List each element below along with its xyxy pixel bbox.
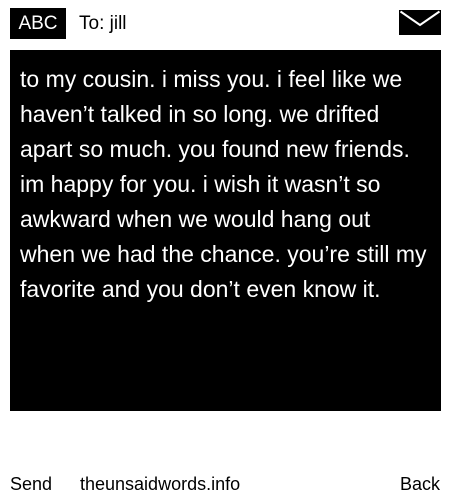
- compose-header: ABC To: jill: [0, 0, 450, 50]
- back-button[interactable]: Back: [400, 470, 440, 498]
- message-body[interactable]: to my cousin. i miss you. i feel like we…: [10, 50, 441, 411]
- send-button[interactable]: Send: [10, 470, 52, 498]
- softkey-bar: Send theunsaidwords.info Back: [0, 470, 450, 500]
- envelope-icon[interactable]: [399, 10, 441, 35]
- site-link[interactable]: theunsaidwords.info: [80, 470, 240, 498]
- sms-compose-screen: ABC To: jill to my cousin. i miss you. i…: [0, 0, 450, 500]
- input-mode-indicator[interactable]: ABC: [10, 8, 66, 39]
- recipient-field[interactable]: To: jill: [79, 8, 127, 39]
